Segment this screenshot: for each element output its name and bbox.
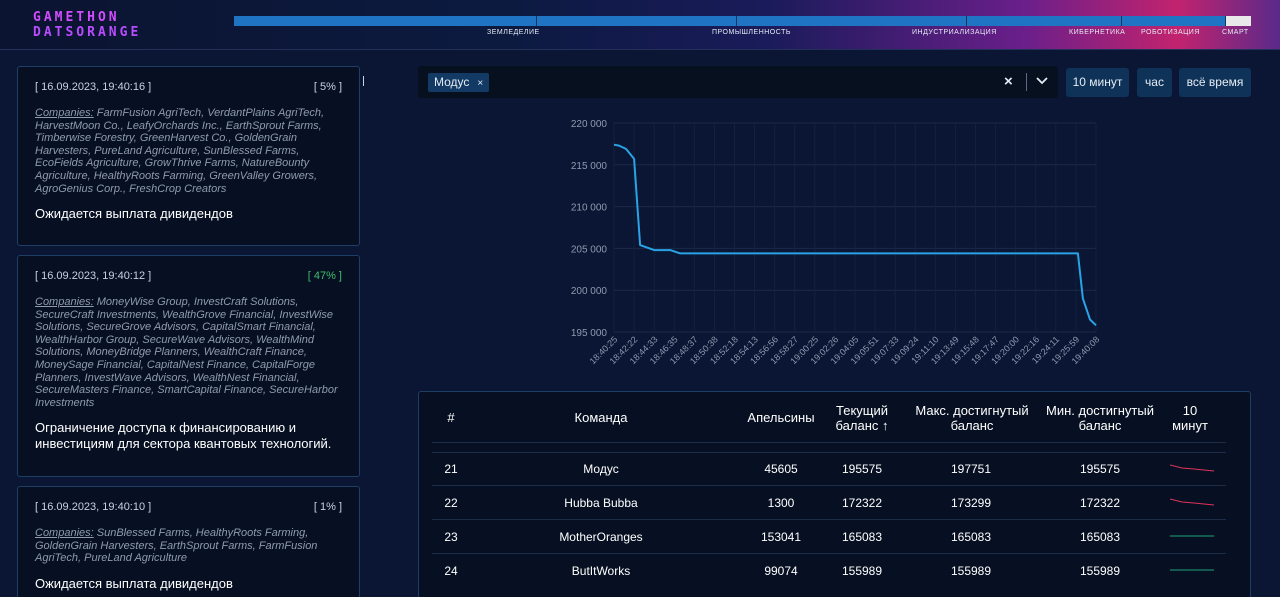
- companies-label: Companies:: [35, 527, 94, 539]
- news-headline: Ожидается выплата дивидендов: [35, 575, 233, 591]
- news-percent: [ 1% ]: [313, 501, 342, 513]
- trend-sparkline: [1170, 498, 1215, 506]
- balance-chart: 220 000 215 000 210 000 205 000 200 000 195 0…: [571, 119, 1102, 366]
- companies-list: MoneyWise Group, InvestCraft Solutions, …: [35, 296, 338, 409]
- stage-label-robotization: РОБОТИЗАЦИЯ: [1141, 29, 1200, 36]
- tag-remove-icon[interactable]: ×: [477, 78, 483, 89]
- cell-min-balance: 165083: [1079, 530, 1121, 544]
- cell-team: Модус: [583, 462, 619, 476]
- news-headline: Ожидается выплата дивидендов: [35, 206, 233, 222]
- range-all-time-button[interactable]: всё время: [1179, 68, 1251, 97]
- news-headline: Ограничение доступа к финансированию и и…: [35, 420, 332, 451]
- sparkline-path: [1170, 498, 1215, 506]
- trend-sparkline: [1170, 464, 1215, 472]
- logo-line-2: DATSORANGE: [33, 25, 142, 40]
- chart-y-tick-label: 205 000: [571, 244, 608, 255]
- cell-min-balance: 172322: [1079, 496, 1121, 510]
- cell-current-balance: 172322: [841, 496, 883, 510]
- table-divider: [432, 519, 1226, 520]
- col-header-rank[interactable]: #: [436, 410, 466, 425]
- news-companies: Companies: SunBlessed Farms, HealthyRoot…: [35, 527, 342, 565]
- table-divider: [432, 485, 1226, 486]
- trend-sparkline: [1170, 569, 1214, 571]
- chart-y-tick-label: 195 000: [571, 328, 608, 339]
- news-percent: [ 47% ]: [307, 270, 342, 282]
- col-header-team[interactable]: Команда: [536, 410, 666, 425]
- news-companies: Companies: FarmFusion AgriTech, VerdantP…: [35, 107, 342, 195]
- cell-max-balance: 155989: [950, 564, 992, 578]
- trend-sparkline: [1170, 535, 1214, 537]
- news-timestamp: [ 16.09.2023, 19:40:12 ]: [35, 270, 152, 282]
- cell-rank: 24: [444, 564, 458, 578]
- col-header-current-balance[interactable]: Текущий баланс ↑: [826, 403, 898, 433]
- cell-min-balance: 155989: [1079, 564, 1121, 578]
- cell-max-balance: 173299: [950, 496, 992, 510]
- cell-current-balance: 155989: [841, 564, 883, 578]
- logo-line-1: GAMETHON: [33, 10, 120, 25]
- news-timestamp: [ 16.09.2023, 19:40:16 ]: [35, 81, 152, 93]
- news-companies: Companies: MoneyWise Group, InvestCraft …: [35, 296, 342, 409]
- cell-rank: 23: [444, 530, 458, 544]
- clear-selection-icon[interactable]: ×: [1004, 73, 1013, 90]
- filter-divider: [1026, 73, 1027, 91]
- sparkline-path: [1170, 464, 1215, 472]
- range-10-minutes-button[interactable]: 10 минут: [1066, 68, 1129, 97]
- stage-label-industrialization: ИНДУСТРИАЛИЗАЦИЯ: [912, 29, 997, 36]
- table-divider: [432, 452, 1226, 453]
- cell-min-balance: 195575: [1079, 462, 1121, 476]
- companies-list: FarmFusion AgriTech, VerdantPlains AgriT…: [35, 107, 325, 195]
- cell-team: ButItWorks: [571, 564, 631, 578]
- stage-label-cybernetics: КИБЕРНЕТИКА: [1069, 29, 1126, 36]
- stage-label-smart: СМАРТ: [1222, 29, 1249, 36]
- cell-max-balance: 197751: [950, 462, 992, 476]
- table-divider: [432, 442, 1226, 443]
- col-header-min-balance[interactable]: Мин. достигнутый баланс: [1037, 403, 1163, 433]
- chart-y-tick-label: 200 000: [571, 286, 608, 297]
- cell-current-balance: 165083: [841, 530, 883, 544]
- chevron-down-icon[interactable]: [1035, 72, 1049, 90]
- selected-team-label: Модус: [434, 75, 470, 89]
- range-hour-button[interactable]: час: [1137, 68, 1172, 97]
- cell-max-balance: 165083: [950, 530, 992, 544]
- news-card[interactable]: [ 16.09.2023, 19:40:12 ] [ 47% ] Compani…: [17, 255, 360, 477]
- table-divider: [432, 553, 1226, 554]
- news-card[interactable]: [ 16.09.2023, 19:40:10 ] [ 1% ] Companie…: [17, 486, 360, 597]
- col-header-oranges[interactable]: Апельсины: [731, 410, 831, 425]
- selected-team-tag[interactable]: Модус ×: [428, 73, 490, 92]
- cell-team: MotherOranges: [559, 530, 643, 544]
- news-card[interactable]: [ 16.09.2023, 19:40:16 ] [ 5% ] Companie…: [17, 66, 360, 246]
- top-header: GAMETHON DATSORANGE ЗЕМЛЕДЕЛИЕ ПРОМЫШЛЕН…: [0, 0, 1280, 50]
- team-filter-select[interactable]: Модус × ×: [418, 66, 1058, 98]
- stage-progress-bar: [234, 16, 1251, 26]
- companies-label: Companies:: [35, 107, 94, 119]
- news-percent: [ 5% ]: [313, 81, 342, 93]
- feed-scrollbar[interactable]: [363, 76, 364, 86]
- companies-label: Companies:: [35, 296, 94, 308]
- cell-rank: 22: [444, 496, 458, 510]
- col-header-max-balance[interactable]: Макс. достигнутый баланс: [903, 403, 1041, 433]
- stage-label-industry: ПРОМЫШЛЕННОСТЬ: [712, 29, 791, 36]
- cell-team: Hubba Bubba: [564, 496, 638, 510]
- chart-y-tick-label: 215 000: [571, 161, 608, 172]
- stage-label-agriculture: ЗЕМЛЕДЕЛИЕ: [487, 29, 540, 36]
- news-timestamp: [ 16.09.2023, 19:40:10 ]: [35, 501, 152, 513]
- chart-y-tick-label: 210 000: [571, 203, 608, 214]
- cell-rank: 21: [444, 462, 458, 476]
- chart-y-tick-label: 220 000: [571, 119, 608, 130]
- cell-current-balance: 195575: [841, 462, 883, 476]
- logo[interactable]: GAMETHON DATSORANGE: [33, 10, 141, 40]
- col-header-10-minutes[interactable]: 10 минут: [1165, 403, 1215, 433]
